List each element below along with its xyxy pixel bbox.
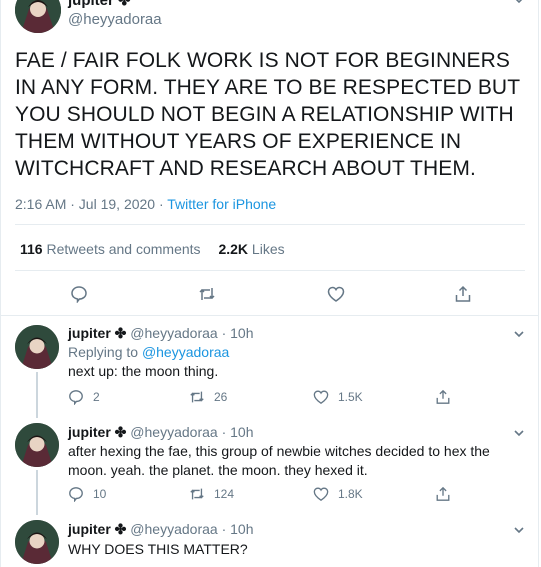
author-handle[interactable]: @heyyadoraa (130, 325, 217, 341)
replying-to-label: Replying to (68, 344, 142, 360)
reply-time[interactable]: · 10h (218, 325, 254, 341)
reply-header: jupiter ✤ @heyyadoraa · 10h (68, 521, 254, 538)
divider (15, 224, 525, 225)
share-button[interactable] (435, 486, 460, 502)
divider (0, 315, 539, 316)
retweet-button[interactable]: 26 (189, 389, 227, 405)
chevron-down-icon[interactable] (513, 427, 525, 439)
retweet-icon (190, 391, 204, 403)
tweet-text: FAE / FAIR FOLK WORK IS NOT FOR BEGINNER… (15, 49, 520, 180)
share-icon (436, 389, 450, 404)
author-name[interactable]: jupiter ✤ (68, 0, 131, 9)
reply-text: after hexing the fae, this group of newb… (68, 443, 490, 478)
retweets-count: 116 (20, 241, 43, 257)
tweet-stats: 116 Retweets and comments 2.2K Likes (20, 241, 285, 257)
like-button[interactable]: 1.8K (313, 486, 363, 502)
reply-time[interactable]: · 10h (218, 521, 254, 537)
share-icon (436, 486, 450, 501)
replying-to-handle[interactable]: @heyyadoraa (142, 344, 229, 360)
avatar[interactable] (15, 520, 59, 564)
avatar[interactable] (15, 423, 59, 467)
author-handle[interactable]: @heyyadoraa (68, 11, 162, 28)
replying-to: Replying to @heyyadoraa (68, 343, 498, 362)
tweet-source[interactable]: Twitter for iPhone (167, 196, 276, 212)
reply-text: WHY DOES THIS MATTER? (68, 541, 248, 557)
like-icon (313, 390, 329, 405)
reply-header: jupiter ✤ @heyyadoraa · 10h (68, 424, 254, 441)
reply-header: jupiter ✤ @heyyadoraa · 10h (68, 325, 254, 342)
likes-stat[interactable]: 2.2K Likes (218, 241, 284, 257)
retweet-count: 124 (214, 487, 235, 501)
like-count: 1.8K (338, 487, 363, 501)
like-button[interactable]: 1.5K (313, 389, 363, 405)
retweets-stat[interactable]: 116 Retweets and comments (20, 241, 201, 257)
thread-line (36, 372, 38, 418)
like-count: 1.5K (338, 390, 363, 404)
reply-icon (69, 390, 83, 405)
reply-icon[interactable] (70, 285, 88, 303)
retweet-icon[interactable] (198, 285, 216, 303)
thread-line (36, 470, 38, 515)
author-handle[interactable]: @heyyadoraa (130, 424, 217, 440)
chevron-down-icon[interactable] (513, 328, 525, 340)
retweet-icon (190, 488, 204, 500)
avatar[interactable] (15, 325, 59, 369)
reply-count: 2 (93, 390, 100, 404)
retweet-button[interactable]: 124 (189, 486, 234, 502)
likes-count: 2.2K (218, 241, 249, 257)
tweet-timestamp[interactable]: 2:16 AM · Jul 19, 2020 · (15, 196, 167, 212)
reply-count: 10 (93, 487, 107, 501)
chevron-down-icon[interactable] (513, 0, 525, 6)
retweets-label: Retweets and comments (46, 241, 201, 257)
like-icon[interactable] (327, 285, 345, 303)
author-handle[interactable]: @heyyadoraa (130, 521, 217, 537)
likes-label: Likes (251, 241, 285, 257)
author-name[interactable]: jupiter ✤ (68, 325, 126, 341)
chevron-down-icon[interactable] (513, 524, 525, 536)
like-icon (313, 487, 329, 502)
reply-button[interactable]: 10 (68, 486, 106, 502)
reply-button[interactable]: 2 (68, 389, 100, 405)
tweet-meta: 2:16 AM · Jul 19, 2020 · Twitter for iPh… (15, 196, 276, 212)
retweet-count: 26 (214, 390, 228, 404)
reply-icon (69, 487, 83, 502)
author-name[interactable]: jupiter ✤ (68, 521, 126, 537)
reply-text: next up: the moon thing. (68, 363, 219, 379)
divider (15, 270, 525, 271)
share-icon[interactable] (454, 285, 472, 303)
reply-time[interactable]: · 10h (218, 424, 254, 440)
share-button[interactable] (435, 389, 460, 405)
author-name[interactable]: jupiter ✤ (68, 424, 126, 440)
